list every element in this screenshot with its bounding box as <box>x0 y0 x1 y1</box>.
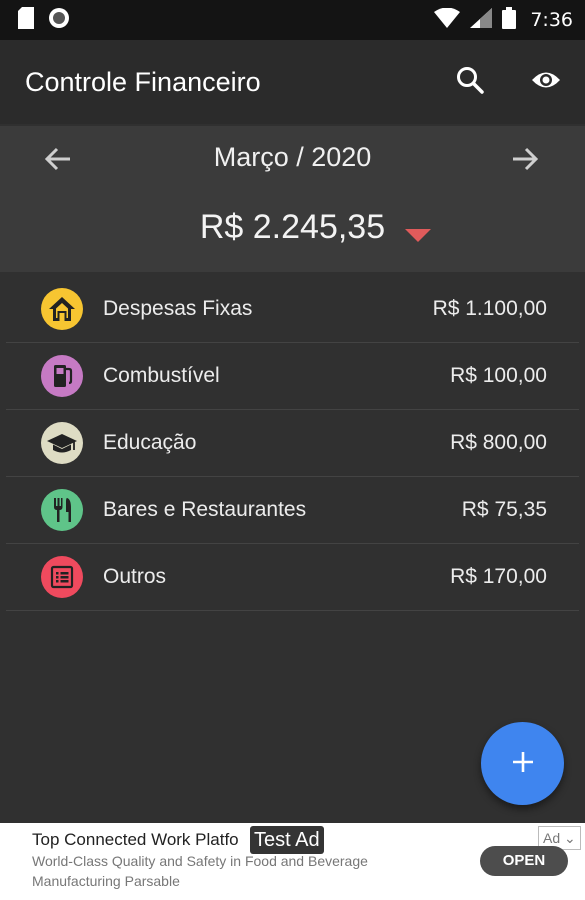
signal-icon <box>470 8 493 32</box>
home-icon <box>41 288 83 330</box>
add-expense-button[interactable] <box>481 722 564 805</box>
arrow-right-icon <box>511 147 539 175</box>
sd-card-icon <box>18 7 34 33</box>
triangle-down-icon <box>405 228 431 242</box>
category-value: R$ 75,35 <box>461 498 547 521</box>
list-item[interactable]: Educação R$ 800,00 <box>6 410 579 477</box>
list-item[interactable]: Combustível R$ 100,00 <box>6 343 579 410</box>
list-item[interactable]: Outros R$ 170,00 <box>6 544 579 611</box>
ad-description: World-Class Quality and Safety in Food a… <box>32 853 368 869</box>
eye-icon <box>531 69 561 95</box>
ad-description: Manufacturing Parsable <box>32 873 180 889</box>
chevron-down-icon: ⌄ <box>564 830 576 846</box>
ad-banner[interactable]: Top Connected Work Platfo World-Class Qu… <box>0 823 585 900</box>
graduation-cap-icon <box>41 422 83 464</box>
visibility-button[interactable] <box>529 65 563 99</box>
search-icon <box>455 65 485 99</box>
ad-title[interactable]: Top Connected Work Platfo <box>32 830 239 850</box>
category-name: Outros <box>103 565 167 588</box>
category-value: R$ 170,00 <box>450 565 547 588</box>
clock: 7:36 <box>530 9 573 31</box>
list-item[interactable]: Despesas Fixas R$ 1.100,00 <box>6 276 579 343</box>
category-name: Combustível <box>103 364 220 387</box>
ad-open-button[interactable]: OPEN <box>480 846 568 876</box>
ad-badge-label: Ad <box>543 830 561 846</box>
status-bar: 7:36 <box>0 0 585 40</box>
search-button[interactable] <box>453 65 487 99</box>
battery-icon <box>502 7 517 33</box>
list-item[interactable]: Bares e Restaurantes R$ 75,35 <box>6 477 579 544</box>
category-value: R$ 1.100,00 <box>432 297 547 320</box>
fork-knife-icon <box>41 489 83 531</box>
circle-notification-icon <box>48 7 70 33</box>
wifi-icon <box>434 7 461 32</box>
category-list: Despesas Fixas R$ 1.100,00 Combustível R… <box>6 276 579 611</box>
month-total: R$ 2.245,35 <box>199 208 386 246</box>
month-label: Março / 2020 <box>213 142 372 172</box>
plus-icon <box>511 750 535 778</box>
fuel-pump-icon <box>41 355 83 397</box>
category-value: R$ 100,00 <box>450 364 547 387</box>
test-ad-label: Test Ad <box>250 826 324 854</box>
app-bar: Controle Financeiro <box>0 40 585 124</box>
category-value: R$ 800,00 <box>450 431 547 454</box>
category-name: Educação <box>103 431 197 454</box>
list-icon <box>41 556 83 598</box>
category-name: Despesas Fixas <box>103 297 253 320</box>
category-name: Bares e Restaurantes <box>103 498 307 521</box>
app-title: Controle Financeiro <box>25 66 261 97</box>
month-summary: Março / 2020 R$ 2.245,35 <box>0 126 585 272</box>
next-month-button[interactable] <box>507 143 543 179</box>
